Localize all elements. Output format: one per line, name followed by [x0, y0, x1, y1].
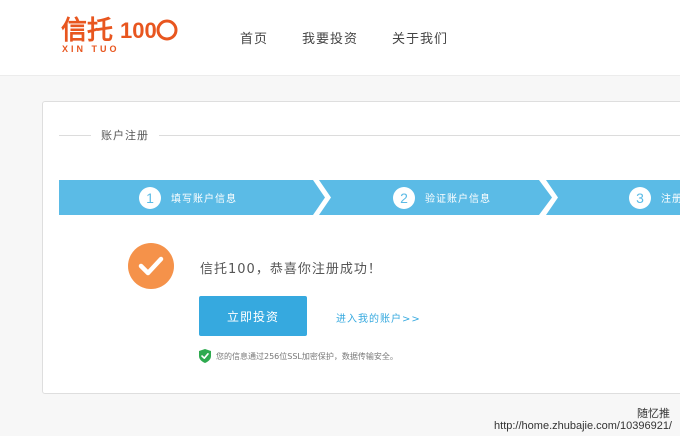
section-title: 账户注册: [59, 126, 680, 146]
nav-home[interactable]: 首页: [240, 28, 268, 47]
step-3-number: 3: [629, 186, 651, 209]
nav-invest[interactable]: 我要投资: [302, 28, 358, 47]
logo-subtitle: XIN TUO: [62, 44, 120, 54]
logo[interactable]: 信托 100 XIN TUO: [58, 8, 180, 56]
step-3: 3 注册: [629, 180, 680, 215]
my-account-link[interactable]: 进入我的账户>>: [336, 310, 421, 325]
logo-main-text: 信托: [61, 16, 113, 46]
title-divider-left: [59, 135, 91, 136]
security-notice: 您的信息通过256位SSL加密保护，数据传输安全。: [199, 349, 398, 363]
step-3-label: 注册: [661, 194, 680, 205]
step-2-number: 2: [393, 186, 415, 209]
step-1-label: 填写账户信息: [171, 194, 237, 205]
nav-about[interactable]: 关于我们: [392, 28, 448, 47]
success-message: 信托100，恭喜你注册成功！: [200, 262, 382, 277]
shield-icon: [199, 349, 211, 363]
security-notice-text: 您的信息通过256位SSL加密保护，数据传输安全。: [216, 351, 398, 361]
header: 信托 100 XIN TUO 首页 我要投资 关于我们: [0, 0, 680, 76]
success-check-icon: [128, 243, 174, 289]
main-nav: 首页 我要投资 关于我们: [240, 28, 482, 47]
title-divider-right: [159, 135, 680, 136]
step-2: 2 验证账户信息: [393, 180, 491, 215]
step-1: 1 填写账户信息: [139, 180, 237, 215]
page: 信托 100 XIN TUO 首页 我要投资 关于我们 账户注册 1 填写账户信…: [0, 0, 680, 436]
logo-number: 100: [120, 18, 157, 43]
progress-steps: 1 填写账户信息 2 验证账户信息 3 注册: [59, 180, 680, 215]
step-1-number: 1: [139, 186, 161, 209]
watermark-url: http://home.zhubajie.com/10396921/: [494, 420, 672, 432]
step-2-label: 验证账户信息: [425, 194, 491, 205]
watermark-name: 随忆推: [637, 407, 670, 420]
section-title-text: 账户注册: [101, 129, 149, 142]
register-card: 账户注册 1 填写账户信息 2 验证账户信息 3 注册 信托100，恭喜你注册成…: [42, 101, 680, 394]
invest-now-button[interactable]: 立即投资: [199, 296, 307, 336]
